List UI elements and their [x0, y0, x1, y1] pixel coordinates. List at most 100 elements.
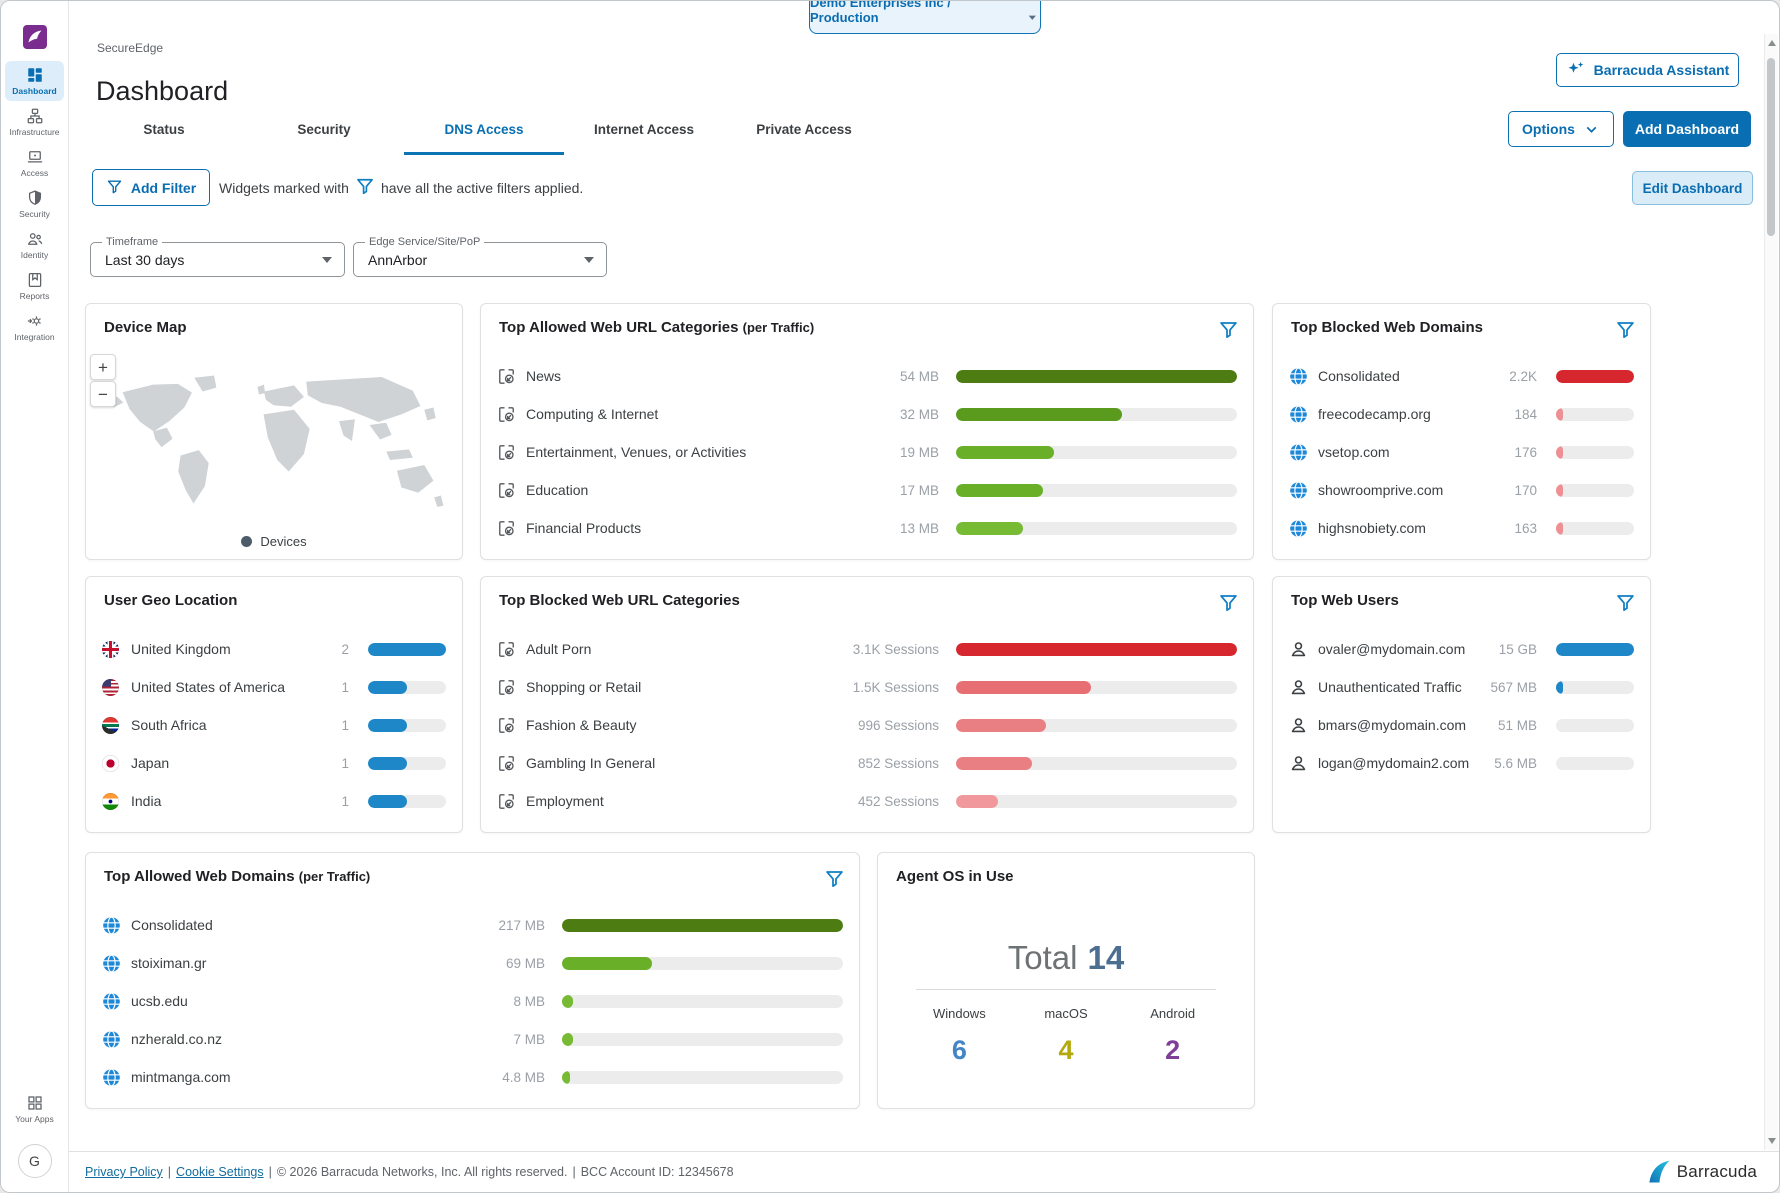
scrollbar-thumb[interactable] [1767, 58, 1775, 236]
sidebar-item-your-apps[interactable]: Your Apps [5, 1089, 64, 1129]
barracuda-assistant-button[interactable]: Barracuda Assistant [1556, 53, 1739, 87]
dashboard-icon [26, 66, 44, 84]
filter-note-before: Widgets marked with [219, 180, 349, 196]
item-label: logan@mydomain2.com [1318, 755, 1479, 771]
tenant-selector[interactable]: Demo Enterprises Inc / Production [809, 0, 1041, 34]
chevron-down-icon [1583, 121, 1600, 138]
item-label: News [526, 368, 844, 384]
flag-in-icon [102, 792, 121, 811]
item-label: Entertainment, Venues, or Activities [526, 444, 844, 460]
item-value: 8 MB [450, 994, 545, 1009]
item-bar-fill [562, 1071, 570, 1084]
globe-icon [102, 992, 121, 1011]
item-value: 19 MB [844, 445, 939, 460]
avatar[interactable]: G [18, 1144, 52, 1178]
tab-internet-access[interactable]: Internet Access [564, 103, 724, 155]
sidebar-item-label: Identity [21, 250, 48, 260]
item-bar-fill [1556, 408, 1563, 421]
item-bar-fill [368, 681, 407, 694]
bar-list: Adult Porn3.1K SessionsShopping or Retai… [481, 630, 1253, 820]
item-bar [368, 757, 446, 770]
barracuda-logo-icon[interactable] [23, 25, 47, 49]
add-filter-button[interactable]: Add Filter [92, 169, 210, 206]
scroll-up-arrow-icon[interactable] [1768, 40, 1776, 46]
zoom-in-button[interactable]: + [90, 354, 116, 380]
scrollbar[interactable] [1764, 34, 1778, 1150]
item-label: mintmanga.com [131, 1069, 450, 1085]
list-item: nzherald.co.nz7 MB [86, 1020, 859, 1058]
agent-os-breakdown: Windows6macOS4Android2 [878, 1006, 1254, 1066]
footer-brand-name: Barracuda [1677, 1162, 1757, 1182]
zoom-out-button[interactable]: − [90, 381, 116, 407]
sidebar-item-infrastructure[interactable]: Infrastructure [5, 102, 64, 142]
sidebar-item-access[interactable]: Access [5, 143, 64, 183]
item-label: Fashion & Beauty [526, 717, 844, 733]
item-value: 13 MB [844, 521, 939, 536]
list-item: stoiximan.gr69 MB [86, 944, 859, 982]
list-item: News54 MB [481, 357, 1253, 395]
item-bar-fill [562, 1033, 573, 1046]
edit-dashboard-label: Edit Dashboard [1643, 181, 1743, 196]
sidebar-item-dashboard[interactable]: Dashboard [5, 61, 64, 101]
item-value: 17 MB [844, 483, 939, 498]
bar-list: Consolidated2.2Kfreecodecamp.org184vseto… [1273, 357, 1650, 547]
list-item: Gambling In General852 Sessions [481, 744, 1253, 782]
scroll-down-arrow-icon[interactable] [1768, 1138, 1776, 1144]
os-android: Android2 [1119, 1006, 1226, 1066]
item-bar-fill [562, 919, 843, 932]
tab-status[interactable]: Status [84, 103, 244, 155]
os-count: 6 [906, 1035, 1013, 1066]
tab-private-access[interactable]: Private Access [724, 103, 884, 155]
sidebar-item-security[interactable]: Security [5, 184, 64, 224]
globe-icon [1289, 481, 1308, 500]
edge-service-select[interactable]: Edge Service/Site/PoP AnnArbor [353, 242, 607, 277]
add-dashboard-button[interactable]: Add Dashboard [1623, 111, 1751, 147]
tab-dns-access[interactable]: DNS Access [404, 103, 564, 155]
item-bar [1556, 643, 1634, 656]
tab-label: DNS Access [444, 122, 523, 137]
tab-security[interactable]: Security [244, 103, 404, 155]
item-label: freecodecamp.org [1318, 406, 1479, 422]
item-bar-fill [1556, 484, 1563, 497]
caret-down-icon [1025, 10, 1040, 25]
list-item: Consolidated217 MB [86, 906, 859, 944]
item-bar-fill [1556, 370, 1634, 383]
category-icon [497, 754, 516, 773]
tenant-label: Demo Enterprises Inc / Production [810, 0, 1017, 25]
cookie-settings-link[interactable]: Cookie Settings [176, 1165, 264, 1179]
item-bar-fill [956, 408, 1122, 421]
sidebar: DashboardInfrastructureAccessSecurity Ide… [1, 1, 69, 1192]
item-value: 1 [291, 680, 349, 695]
sidebar-item-identity[interactable]: Identity [5, 225, 64, 265]
widget-title: Top Blocked Web Domains [1291, 319, 1483, 336]
privacy-policy-link[interactable]: Privacy Policy [85, 1165, 163, 1179]
user-icon [1289, 754, 1308, 773]
tab-label: Private Access [756, 122, 852, 137]
item-value: 1 [291, 794, 349, 809]
item-value: 217 MB [450, 918, 545, 933]
options-button[interactable]: Options [1508, 111, 1614, 147]
sidebar-item-reports[interactable]: Reports [5, 266, 64, 306]
sidebar-bottom: Your Apps G [1, 1089, 68, 1178]
widget-title: User Geo Location [104, 592, 237, 609]
widget-device-map: Device Map+−Devices [85, 303, 463, 560]
os-windows: Windows6 [906, 1006, 1013, 1066]
item-label: Financial Products [526, 520, 844, 536]
flag-za-icon [102, 716, 121, 735]
sidebar-item-integration[interactable]: Integration [5, 307, 64, 347]
timeframe-value: Last 30 days [105, 252, 322, 268]
globe-icon [102, 954, 121, 973]
item-value: 69 MB [450, 956, 545, 971]
item-label: South Africa [131, 717, 291, 733]
timeframe-select[interactable]: Timeframe Last 30 days [90, 242, 345, 277]
globe-icon [102, 1030, 121, 1049]
edit-dashboard-button[interactable]: Edit Dashboard [1632, 171, 1753, 205]
item-bar-fill [956, 522, 1023, 535]
item-bar-fill [1556, 643, 1634, 656]
item-value: 1.5K Sessions [844, 680, 939, 695]
category-icon [497, 716, 516, 735]
list-item: United States of America1 [86, 668, 462, 706]
separator: | [168, 1165, 171, 1179]
widget-title: Agent OS in Use [896, 868, 1014, 885]
widget-blocked-domains: Top Blocked Web Domains Consolidated2.2Kf… [1272, 303, 1651, 560]
